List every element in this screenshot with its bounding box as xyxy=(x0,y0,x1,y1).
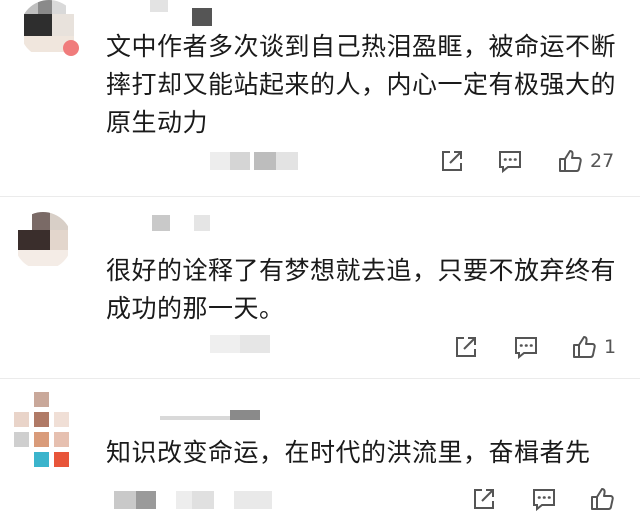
like-button[interactable] xyxy=(588,484,616,514)
share-icon xyxy=(452,333,480,361)
share-button[interactable] xyxy=(452,332,480,362)
thumbs-up-icon xyxy=(588,485,616,513)
username-blurred[interactable] xyxy=(160,408,280,426)
avatar[interactable] xyxy=(14,392,74,472)
thumbs-up-icon xyxy=(556,147,584,175)
username-blurred[interactable] xyxy=(150,0,230,26)
comment-button[interactable] xyxy=(496,146,524,176)
comment-text: 很好的诠释了有梦想就去追，只要不放弃终有 成功的那一天。 xyxy=(106,256,617,323)
comment-text: 文中作者多次谈到自己热泪盈眶，被命运不断 摔打却又能站起来的人，内心一定有极强大… xyxy=(106,32,617,137)
comment-meta-blurred xyxy=(210,151,300,171)
comment-actions: 27 xyxy=(438,146,628,176)
share-button[interactable] xyxy=(438,146,466,176)
username-blurred[interactable] xyxy=(152,212,222,231)
like-button[interactable]: 1 xyxy=(570,332,616,362)
comment-icon xyxy=(496,147,524,175)
comment-text: 知识改变命运，在时代的洪流里，奋楫者先 xyxy=(106,438,591,467)
comment-button[interactable] xyxy=(512,332,540,362)
divider xyxy=(0,378,640,379)
share-icon xyxy=(470,485,498,513)
like-button[interactable]: 27 xyxy=(556,146,614,176)
comment-icon xyxy=(512,333,540,361)
share-icon xyxy=(438,147,466,175)
like-count: 27 xyxy=(590,150,615,172)
like-count: 1 xyxy=(604,336,617,358)
comment-meta-blurred xyxy=(210,334,276,354)
comment-actions xyxy=(470,484,620,514)
comment-meta-blurred xyxy=(114,490,274,510)
comment-item-2: 很好的诠释了有梦想就去追，只要不放弃终有 成功的那一天。 1 xyxy=(0,200,640,380)
comment-item-1: 文中作者多次谈到自己热泪盈眶，被命运不断 摔打却又能站起来的人，内心一定有极强大… xyxy=(0,0,640,200)
avatar-badge xyxy=(63,40,79,56)
share-button[interactable] xyxy=(470,484,498,514)
comment-actions: 1 xyxy=(452,332,628,362)
divider xyxy=(0,196,640,197)
comment-item-3: 知识改变命运，在时代的洪流里，奋楫者先 xyxy=(0,380,640,525)
thumbs-up-icon xyxy=(570,333,598,361)
comment-icon xyxy=(530,485,558,513)
comment-button[interactable] xyxy=(530,484,558,514)
avatar[interactable] xyxy=(14,212,72,270)
